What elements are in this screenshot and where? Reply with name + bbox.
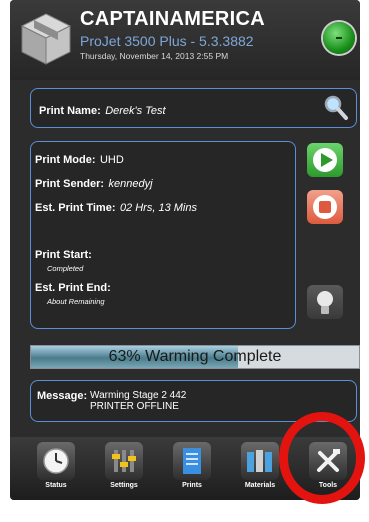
print-mode-label: Print Mode:	[35, 154, 96, 166]
lightbulb-icon	[317, 291, 333, 314]
print-end-row: Est. Print End: About Remaining	[35, 282, 111, 306]
status-light-button[interactable]	[323, 22, 355, 54]
sliders-icon	[105, 442, 143, 480]
print-end-label: Est. Print End:	[35, 282, 111, 294]
toolbar-materials-button[interactable]: Materials	[236, 442, 284, 489]
message-label: Message:	[37, 390, 88, 402]
cartridges-icon	[241, 442, 279, 480]
toolbar-settings-label: Settings	[110, 482, 138, 489]
print-name-value: Derek's Test	[105, 105, 166, 117]
toolbar-settings-button[interactable]: Settings	[100, 442, 148, 489]
printer-model: ProJet 3500 Plus - 5.3.3882	[80, 33, 254, 49]
light-button[interactable]	[307, 285, 343, 319]
print-time-row: Est. Print Time: 02 Hrs, 13 Mins	[35, 198, 197, 216]
header: CAPTAINAMERICA ProJet 3500 Plus - 5.3.38…	[10, 0, 360, 80]
progress-text: 63% Warming Complete	[108, 348, 282, 365]
print-mode-row: Print Mode: UHD	[35, 150, 124, 168]
print-sender-value: kennedyj	[108, 178, 153, 190]
toolbar-materials-label: Materials	[244, 482, 276, 489]
message-line-2: PRINTER OFFLINE	[90, 401, 179, 412]
print-name-label: Print Name:	[39, 105, 101, 117]
message-line-1: Warming Stage 2 442	[90, 390, 187, 401]
print-start-row: Print Start: Completed	[35, 249, 92, 273]
printer-name: CAPTAINAMERICA	[80, 8, 265, 30]
print-name-panel: Print Name: Derek's Test	[30, 88, 357, 128]
minus-icon	[336, 37, 342, 39]
play-icon	[313, 148, 337, 172]
print-sender-row: Print Sender: kennedyj	[35, 174, 153, 192]
play-button[interactable]	[307, 143, 343, 177]
print-name-row: Print Name: Derek's Test	[39, 101, 166, 119]
toolbar-status-label: Status	[45, 482, 67, 489]
print-time-value: 02 Hrs, 13 Mins	[119, 202, 197, 214]
print-end-value: About Remaining	[47, 297, 105, 306]
stop-icon	[313, 195, 337, 219]
toolbar-status-button[interactable]: Status	[32, 442, 80, 489]
search-icon[interactable]	[321, 93, 349, 121]
toolbar-prints-label: Prints	[182, 482, 202, 489]
document-icon	[173, 442, 211, 480]
message-text-block: Warming Stage 2 442 PRINTER OFFLINE	[90, 390, 186, 412]
print-details-panel: Print Mode: UHD Print Sender: kennedyj E…	[30, 141, 296, 329]
warming-progress-bar: 63% Warming Complete	[30, 345, 360, 369]
print-time-label: Est. Print Time:	[35, 202, 116, 214]
datetime: Thursday, November 14, 2013 2:55 PM	[80, 51, 229, 61]
clock-icon	[37, 442, 75, 480]
print-start-value: Completed	[47, 264, 84, 273]
header-text: CAPTAINAMERICA ProJet 3500 Plus - 5.3.38…	[80, 8, 265, 61]
print-mode-value: UHD	[99, 154, 124, 166]
printer-logo-icon	[20, 13, 72, 65]
print-sender-label: Print Sender:	[35, 178, 105, 190]
highlight-ring	[279, 412, 365, 504]
toolbar-prints-button[interactable]: Prints	[168, 442, 216, 489]
print-start-label: Print Start:	[35, 249, 92, 261]
stop-button[interactable]	[307, 190, 343, 224]
